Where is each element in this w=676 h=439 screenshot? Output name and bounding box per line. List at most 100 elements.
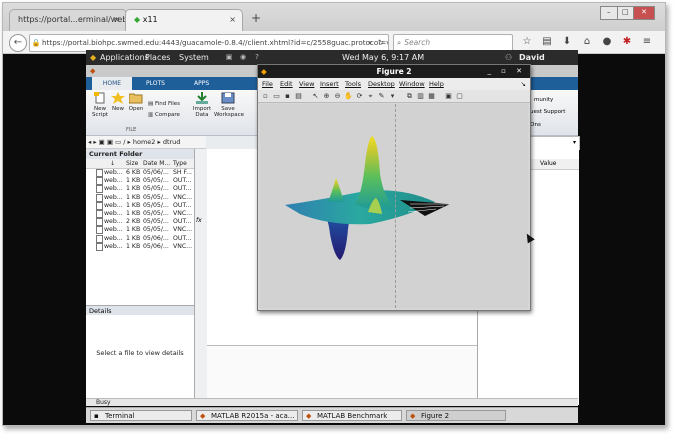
file-size: 1 KB xyxy=(126,234,141,242)
menu-icon[interactable]: ≡ xyxy=(637,35,657,49)
open-button[interactable]: Open xyxy=(126,92,146,112)
dock-arrow-icon[interactable]: ↘ xyxy=(521,78,526,90)
applications-icon[interactable]: ◆ xyxy=(90,50,96,65)
col-date[interactable]: Date M... xyxy=(143,159,170,168)
value-column[interactable]: Value xyxy=(540,159,556,169)
col-type[interactable]: Type xyxy=(173,159,187,168)
maximize-button[interactable]: □ xyxy=(616,6,634,20)
file-row[interactable]: web... 6 KB 05/06/... SH F... xyxy=(86,169,194,177)
show-tools-icon[interactable]: ▢ xyxy=(455,92,464,101)
taskbar-benchmark[interactable]: ◆ MATLAB Benchmark xyxy=(302,410,402,421)
matlab-figure-icon: ◆ xyxy=(261,67,267,76)
figure-canvas[interactable] xyxy=(260,104,528,308)
datacursor-icon[interactable]: ⌖ xyxy=(366,92,375,101)
file-row[interactable]: web... 1 KB 05/05/... OUT... xyxy=(86,185,194,194)
zoom-in-icon[interactable]: ⊕ xyxy=(322,92,331,101)
menu-file[interactable]: File xyxy=(262,78,273,90)
dropdown-arrow-icon[interactable]: ▾ xyxy=(368,35,372,51)
file-row[interactable]: web... 1 KB 05/06/... VNC... xyxy=(86,242,194,251)
figure-window-controls[interactable]: _ ▫ ✕ xyxy=(487,65,526,78)
file-date: 05/05/... xyxy=(143,210,169,217)
back-button[interactable]: ← xyxy=(9,34,27,52)
file-row[interactable]: web... 1 KB 05/06/... OUT... xyxy=(86,234,194,243)
new-script-button[interactable]: New Script xyxy=(88,92,112,118)
menu-desktop[interactable]: Desktop xyxy=(368,78,395,90)
surface-plot[interactable] xyxy=(260,104,528,308)
path-nav-icons[interactable]: ◂ ▸ ▣ ▣ ▭ xyxy=(88,138,123,146)
legend-icon[interactable]: ▦ xyxy=(427,92,436,101)
brush-dropdown-icon[interactable]: ▾ xyxy=(388,92,397,101)
minimize-button[interactable]: – xyxy=(600,6,618,20)
home-icon[interactable]: ⌂ xyxy=(577,35,597,49)
close-icon[interactable]: × xyxy=(113,10,120,30)
print-icon[interactable]: ▤ xyxy=(294,92,303,101)
menu-edit[interactable]: Edit xyxy=(280,78,293,90)
download-icon[interactable]: ⬇ xyxy=(557,35,577,49)
link-icon[interactable]: ⧉ xyxy=(405,92,414,101)
hide-tools-icon[interactable]: ▣ xyxy=(444,92,453,101)
places-menu[interactable]: Places xyxy=(145,50,170,65)
community-button[interactable]: munity xyxy=(534,97,553,103)
browser-launcher-icon[interactable]: ◉ xyxy=(236,50,250,65)
file-type: VNC... xyxy=(173,226,193,234)
taskbar-matlab[interactable]: ◆ MATLAB R2015a - aca... xyxy=(196,410,298,421)
file-name: web... xyxy=(104,242,123,250)
browser-tab-strip: https://portal...erminal/webgui/ × ◆ x11… xyxy=(3,3,665,31)
taskbar-figure2[interactable]: ◆ Figure 2 xyxy=(406,410,506,421)
menu-insert[interactable]: Insert xyxy=(320,78,339,90)
settings-icon[interactable]: ✱ xyxy=(617,35,637,49)
new-icon[interactable]: ▫ xyxy=(261,92,270,101)
save-icon[interactable]: ▪ xyxy=(283,92,292,101)
brush-icon[interactable]: ✎ xyxy=(377,92,386,101)
tab-plots[interactable]: PLOTS xyxy=(146,77,165,90)
details-message: Select a file to view details xyxy=(96,349,184,357)
tab-apps[interactable]: APPS xyxy=(194,77,209,90)
taskbar-terminal[interactable]: ▪ Terminal xyxy=(90,410,192,421)
terminal-launcher-icon[interactable]: ▣ xyxy=(222,50,236,65)
colorbar-icon[interactable]: ▥ xyxy=(416,92,425,101)
folder-open-icon xyxy=(129,93,143,104)
browser-tab-x11[interactable]: ◆ x11 × xyxy=(125,9,243,31)
file-row[interactable]: web... 1 KB 05/05/... OUT... xyxy=(86,177,194,186)
clock[interactable]: Wed May 6, 9:17 AM xyxy=(342,50,424,65)
file-name: web... xyxy=(104,218,123,226)
chat-icon[interactable]: ● xyxy=(597,35,617,49)
file-row[interactable]: web... 1 KB 05/05/... VNC... xyxy=(86,193,194,202)
system-menu[interactable]: System xyxy=(179,50,209,65)
path-bar[interactable]: ◂ ▸ ▣ ▣ ▭ / ▸ home2 ▸ dtrud xyxy=(86,136,206,149)
gnome-top-panel: ◆ Applications Places System ▣ ◉ ? Wed M… xyxy=(86,50,578,77)
zoom-out-icon[interactable]: ⊖ xyxy=(333,92,342,101)
save-workspace-button[interactable]: Save Workspace xyxy=(214,92,244,118)
help-launcher-icon[interactable]: ? xyxy=(250,50,264,65)
file-row[interactable]: web... 1 KB 05/05/... VNC... xyxy=(86,226,194,235)
request-support-button[interactable]: uest Support xyxy=(530,109,565,115)
import-data-button[interactable]: Import Data xyxy=(190,92,214,118)
browser-tab-webgui[interactable]: https://portal...erminal/webgui/ × xyxy=(9,9,142,31)
menu-window[interactable]: Window xyxy=(399,78,425,90)
file-icon xyxy=(96,242,103,251)
close-window-button[interactable]: ✕ xyxy=(633,6,655,20)
file-row[interactable]: web... 1 KB 05/05/... VNC... xyxy=(86,210,194,218)
applications-menu[interactable]: Applications xyxy=(100,50,149,65)
menu-tools[interactable]: Tools xyxy=(345,78,361,90)
file-row[interactable]: web... 1 KB 05/05/... OUT... xyxy=(86,201,194,210)
find-files-button[interactable]: ▤ Find Files xyxy=(148,101,180,107)
rotate-icon[interactable]: ⟳ xyxy=(355,92,364,101)
new-button[interactable]: New xyxy=(110,92,126,112)
reload-icon[interactable]: ↻ xyxy=(378,35,384,51)
new-tab-button[interactable]: + xyxy=(251,11,261,25)
menu-view[interactable]: View xyxy=(299,78,314,90)
star-icon[interactable]: ☆ xyxy=(517,35,537,49)
pointer-icon[interactable]: ↖ xyxy=(311,92,320,101)
clipboard-icon[interactable]: ▤ xyxy=(537,35,557,49)
open-icon[interactable]: ▭ xyxy=(272,92,281,101)
file-date: 05/05/... xyxy=(143,177,169,185)
compare-button[interactable]: ▥ Compare xyxy=(148,112,180,118)
file-row[interactable]: web... 2 KB 05/05/... OUT... xyxy=(86,218,194,227)
pan-icon[interactable]: ✋ xyxy=(344,92,353,101)
menu-help[interactable]: Help xyxy=(429,78,444,90)
tab-home[interactable]: HOME xyxy=(92,77,132,90)
close-icon[interactable]: × xyxy=(229,10,236,30)
col-name[interactable]: ↓ xyxy=(110,159,115,168)
col-size[interactable]: Size xyxy=(126,159,138,168)
